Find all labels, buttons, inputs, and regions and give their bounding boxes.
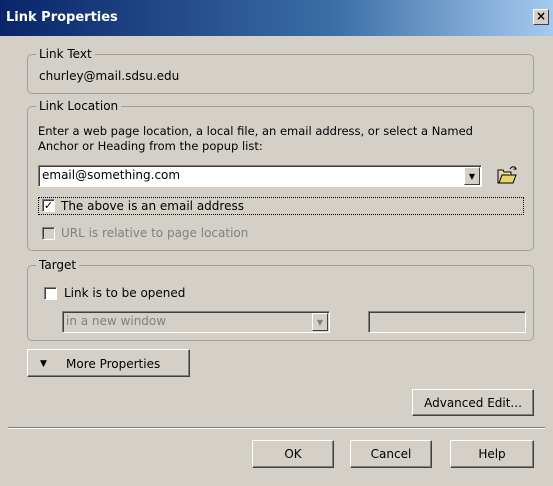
advanced-edit-button[interactable]: Advanced Edit... — [412, 389, 534, 416]
link-text-value: churley@mail.sdsu.edu — [39, 69, 180, 83]
link-url-combobox[interactable]: email@something.com ▼ — [38, 165, 482, 187]
target-name-input[interactable] — [368, 311, 526, 333]
relative-url-checkbox-label[interactable]: URL is relative to page location — [61, 226, 248, 240]
window-target-value: in a new window — [66, 314, 167, 328]
help-label: Help — [478, 447, 506, 461]
window-target-dropdown-icon[interactable]: ▼ — [312, 313, 328, 331]
cancel-label: Cancel — [370, 447, 412, 461]
more-properties-button[interactable]: ▼ More Properties — [27, 349, 190, 377]
link-location-instructions-1: Enter a web page location, a local file,… — [38, 124, 473, 138]
window-title: Link Properties — [6, 10, 118, 25]
link-text-legend: Link Text — [36, 47, 95, 61]
cancel-button[interactable]: Cancel — [350, 440, 432, 468]
ok-label: OK — [284, 447, 302, 461]
link-text-group: Link Text churley@mail.sdsu.edu — [27, 47, 534, 94]
link-location-legend: Link Location — [36, 99, 122, 113]
window-target-select[interactable]: in a new window ▼ — [62, 311, 330, 333]
link-location-instructions-2: Anchor or Heading from the popup list: — [38, 139, 263, 153]
target-group: Target Link is to be opened in a new win… — [27, 258, 534, 341]
link-properties-dialog: Link Properties × Link Text churley@mail… — [0, 0, 553, 486]
url-dropdown-arrow-icon[interactable]: ▼ — [464, 167, 480, 185]
help-button[interactable]: Help — [450, 440, 534, 468]
close-button[interactable]: × — [533, 9, 549, 25]
checkmark-icon: ✓ — [43, 199, 54, 212]
advanced-edit-label: Advanced Edit... — [424, 395, 522, 410]
email-address-checkbox[interactable]: ✓ — [42, 199, 55, 212]
target-legend: Target — [36, 258, 80, 272]
link-location-group: Link Location Enter a web page location,… — [27, 99, 534, 251]
bottom-separator — [8, 427, 545, 429]
triangle-down-icon: ▼ — [40, 359, 47, 369]
link-opened-checkbox[interactable] — [44, 287, 57, 300]
relative-url-checkbox[interactable] — [42, 227, 55, 240]
open-file-icon[interactable] — [496, 166, 518, 186]
close-icon: × — [535, 9, 547, 23]
link-url-value: email@something.com — [42, 168, 181, 182]
ok-button[interactable]: OK — [252, 440, 334, 468]
link-opened-checkbox-label[interactable]: Link is to be opened — [64, 286, 185, 300]
title-bar[interactable]: Link Properties × — [0, 0, 553, 36]
email-address-checkbox-label[interactable]: The above is an email address — [61, 199, 244, 213]
more-properties-label: More Properties — [66, 357, 161, 371]
